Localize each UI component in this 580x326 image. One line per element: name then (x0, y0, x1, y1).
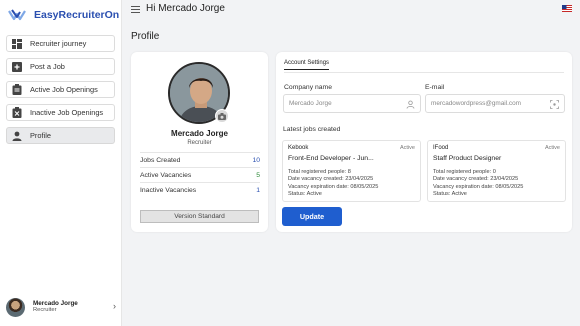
job-status-badge: Active (545, 145, 560, 151)
sidebar-item-label: Profile (30, 131, 51, 140)
stat-label: Jobs Created (140, 156, 181, 164)
profile-card: Mercado Jorge Recruiter Jobs Created 10 … (131, 52, 268, 232)
brand[interactable]: EasyRecruiterOn (8, 8, 119, 22)
job-title: Staff Product Designer (433, 155, 502, 162)
job-expires: Vacancy expiration date: 08/05/2025 (288, 183, 379, 190)
sidebar-item-label: Active Job Openings (30, 85, 98, 94)
update-button[interactable]: Update (282, 207, 342, 226)
job-created: Date vacancy created: 23/04/2025 (433, 176, 519, 183)
sidebar-item-inactive-job-openings[interactable]: Inactive Job Openings (6, 104, 115, 121)
dashboard-icon (11, 38, 23, 50)
stat-jobs-created: Jobs Created 10 (140, 152, 260, 167)
company-name-field[interactable]: Mercado Jorge (283, 94, 421, 113)
clipboard-x-icon (11, 107, 23, 119)
sidebar-item-recruiter-journey[interactable]: Recruiter journey (6, 35, 115, 52)
job-registered: Total registered people: 8 (288, 169, 351, 175)
sidebar-user-name: Mercado Jorge (33, 300, 78, 308)
latest-jobs-label: Latest jobs created (283, 126, 341, 133)
clipboard-icon (11, 84, 23, 96)
chevron-right-icon[interactable]: › (113, 301, 116, 311)
job-status-line: Status: Active (288, 190, 322, 197)
stat-inactive-vacancies: Inactive Vacancies 1 (140, 182, 260, 197)
sidebar-item-label: Post a Job (30, 62, 65, 71)
topbar: Hi Mercado Jorge (122, 0, 580, 22)
email-label: E-mail (425, 84, 445, 91)
job-status-line: Status: Active (433, 190, 467, 197)
job-expires: Vacancy expiration date: 08/05/2025 (433, 183, 524, 190)
sidebar-item-active-job-openings[interactable]: Active Job Openings (6, 81, 115, 98)
person-outline-icon (405, 99, 415, 109)
stat-label: Active Vacancies (140, 171, 192, 179)
menu-icon[interactable] (131, 6, 140, 15)
job-card[interactable]: IFood Active Staff Product Designer Tota… (427, 140, 566, 202)
sidebar-item-post-a-job[interactable]: Post a Job (6, 58, 115, 75)
greeting: Hi Mercado Jorge (146, 3, 225, 14)
logo-icon (8, 9, 26, 21)
job-company: Kebook (288, 145, 309, 151)
job-status-badge: Active (400, 145, 415, 151)
avatar (6, 297, 25, 317)
company-name-value: Mercado Jorge (289, 100, 332, 107)
job-title: Front-End Developer - Jun... (288, 155, 374, 162)
email-value: mercadowordpress@gmail.com (431, 100, 521, 107)
brand-name: EasyRecruiterOn (34, 9, 120, 21)
page-title: Profile (131, 31, 160, 42)
us-flag-icon[interactable] (562, 5, 572, 12)
stat-label: Inactive Vacancies (140, 186, 197, 194)
sidebar-item-label: Recruiter journey (30, 39, 87, 48)
stat-value: 10 (252, 156, 260, 164)
stat-value: 1 (256, 186, 260, 194)
tab-divider (284, 72, 564, 73)
sidebar-nav: Recruiter journey Post a Job Active Job … (6, 35, 115, 150)
version-badge: Version Standard (140, 210, 259, 223)
tab-account-settings[interactable]: Account Settings (284, 60, 330, 70)
company-name-label: Company name (284, 84, 332, 91)
stat-value: 5 (256, 171, 260, 179)
sidebar-user[interactable]: Mercado Jorge Recruiter › (6, 296, 118, 318)
job-company: IFood (433, 145, 449, 151)
sidebar: EasyRecruiterOn Recruiter journey Post a… (0, 0, 122, 326)
sidebar-item-profile[interactable]: Profile (6, 127, 115, 144)
profile-name: Mercado Jorge (171, 129, 228, 138)
stat-active-vacancies: Active Vacancies 5 (140, 167, 260, 182)
person-icon (11, 130, 23, 142)
job-card[interactable]: Kebook Active Front-End Developer - Jun.… (282, 140, 421, 202)
camera-icon[interactable] (215, 109, 229, 123)
sidebar-user-role: Recruiter (33, 307, 57, 314)
sidebar-item-label: Inactive Job Openings (30, 108, 104, 117)
job-created: Date vacancy created: 23/04/2025 (288, 176, 374, 183)
account-settings-card: Account Settings Company name Mercado Jo… (276, 52, 572, 232)
scan-icon (549, 99, 559, 109)
email-field[interactable]: mercadowordpress@gmail.com (425, 94, 565, 113)
job-registered: Total registered people: 0 (433, 169, 496, 175)
profile-role: Recruiter (187, 140, 212, 146)
add-box-icon (11, 61, 23, 73)
